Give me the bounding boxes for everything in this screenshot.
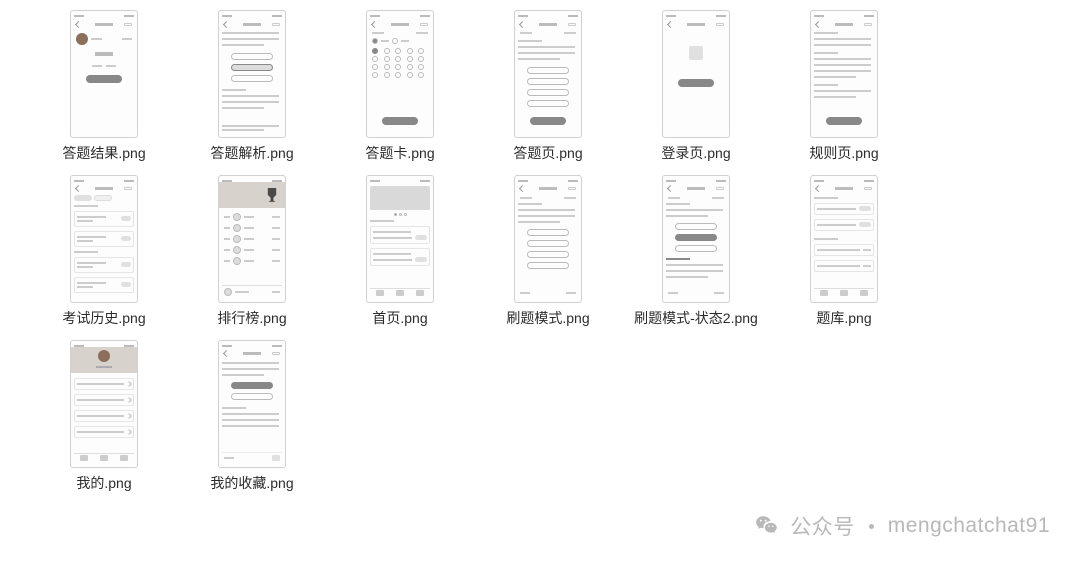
file-label: 刷题模式.png <box>506 309 589 328</box>
file-label: 答题结果.png <box>62 144 145 163</box>
file-item[interactable]: 刷题模式.png <box>474 175 622 328</box>
file-thumbnail <box>70 340 138 468</box>
wechat-icon <box>754 513 780 539</box>
file-item[interactable]: 答题页.png <box>474 10 622 163</box>
file-label: 答题解析.png <box>210 144 293 163</box>
file-item[interactable]: 我的收藏.png <box>178 340 326 493</box>
file-item[interactable]: 登录页.png <box>622 10 770 163</box>
file-label: 首页.png <box>372 309 427 328</box>
file-thumbnail <box>514 175 582 303</box>
file-label: 答题页.png <box>513 144 582 163</box>
file-thumbnail <box>366 175 434 303</box>
file-label: 刷题模式-状态2.png <box>634 309 758 328</box>
file-item[interactable]: 考试历史.png <box>30 175 178 328</box>
file-thumbnail <box>514 10 582 138</box>
file-label: 登录页.png <box>661 144 730 163</box>
file-thumbnail <box>810 10 878 138</box>
file-label: 我的.png <box>76 474 131 493</box>
watermark: 公众号 mengchatchat91 <box>754 511 1050 541</box>
file-label: 我的收藏.png <box>210 474 293 493</box>
file-label: 规则页.png <box>809 144 878 163</box>
file-thumbnail <box>662 10 730 138</box>
file-item[interactable]: 答题解析.png <box>178 10 326 163</box>
watermark-separator-icon <box>869 524 874 529</box>
file-grid: 答题结果.png 答题解析.png <box>0 0 1080 505</box>
file-item[interactable]: 首页.png <box>326 175 474 328</box>
watermark-prefix: 公众号 <box>790 511 855 541</box>
file-item[interactable]: 排行榜.png <box>178 175 326 328</box>
file-item[interactable]: 答题卡.png <box>326 10 474 163</box>
file-label: 答题卡.png <box>365 144 434 163</box>
watermark-handle: mengchatchat91 <box>888 514 1050 538</box>
file-thumbnail <box>70 10 138 138</box>
file-item[interactable]: 规则页.png <box>770 10 918 163</box>
file-thumbnail <box>218 10 286 138</box>
file-thumbnail <box>662 175 730 303</box>
file-thumbnail <box>366 10 434 138</box>
file-thumbnail <box>218 175 286 303</box>
file-label: 排行榜.png <box>217 309 286 328</box>
file-thumbnail <box>218 340 286 468</box>
file-item[interactable]: 答题结果.png <box>30 10 178 163</box>
file-thumbnail <box>810 175 878 303</box>
file-label: 题库.png <box>816 309 871 328</box>
file-item[interactable]: 题库.png <box>770 175 918 328</box>
file-item[interactable]: 我的.png <box>30 340 178 493</box>
file-item[interactable]: 刷题模式-状态2.png <box>622 175 770 328</box>
file-thumbnail <box>70 175 138 303</box>
file-label: 考试历史.png <box>62 309 145 328</box>
